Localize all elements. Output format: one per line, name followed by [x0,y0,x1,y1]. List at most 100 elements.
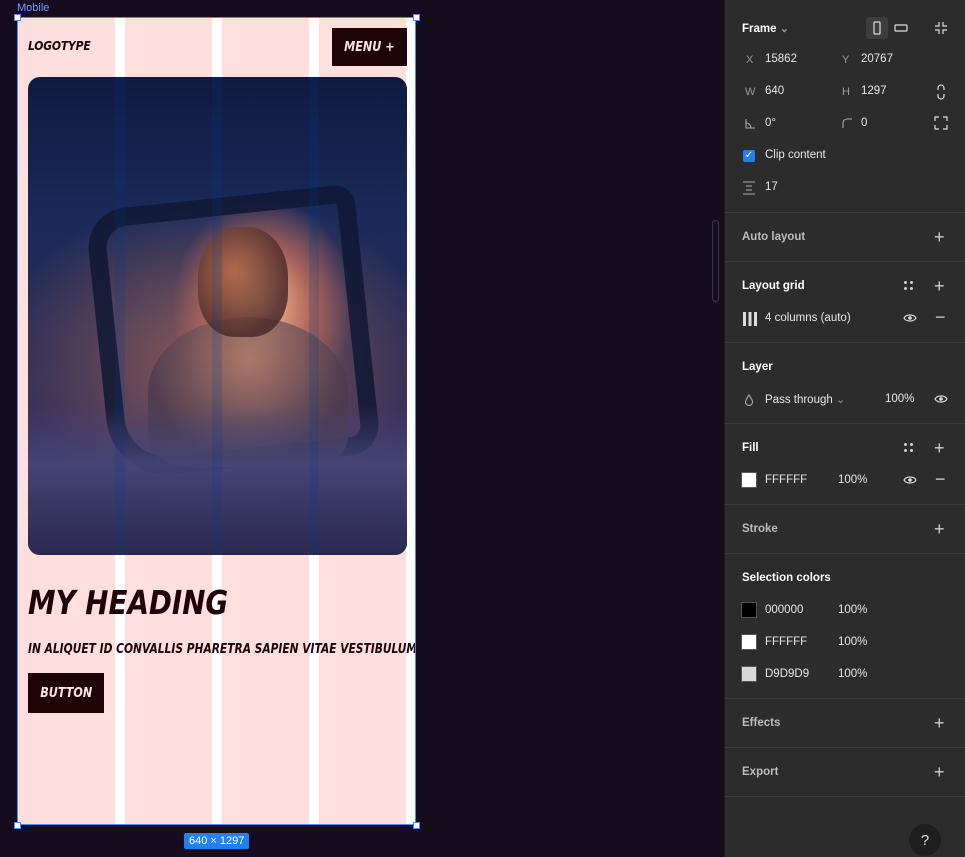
selection-color-swatch[interactable] [741,666,757,682]
fill-section: Fill + FFFFFF 100% − [725,424,965,505]
help-button[interactable]: ? [909,824,941,856]
width-input[interactable]: 640 [765,85,784,97]
page-heading[interactable]: MY HEADING [28,583,228,622]
remove-grid-minus-icon[interactable]: − [935,308,946,326]
resize-to-fit-button[interactable] [933,20,949,39]
export-section: Export + [725,748,965,797]
layout-grid-section: Layout grid + 4 columns (auto) − [725,262,965,343]
resize-handle-top-right[interactable] [413,14,420,21]
add-fill-plus-icon[interactable]: + [934,439,945,457]
resize-handle-bottom-right[interactable] [413,822,420,829]
chevron-down-icon: ⌄ [779,23,789,35]
blend-mode-value: Pass through [765,394,833,406]
effects-section: Effects + [725,699,965,748]
frame-title[interactable]: Frame ⌄ [742,22,789,35]
blend-mode-drop-icon [744,394,754,409]
layer-section: Layer Pass through ⌄ 100% [725,343,965,424]
portrait-toggle[interactable] [866,17,888,39]
rotation-icon [743,116,757,133]
fill-title: Fill [742,442,759,454]
layout-grid-title: Layout grid [742,280,805,292]
x-input[interactable]: 15862 [765,53,797,65]
selection-color-opacity[interactable]: 100% [838,668,867,680]
rotation-input[interactable]: 0° [765,117,776,129]
frame-label[interactable]: Mobile [17,2,49,14]
clip-content-checkbox[interactable]: ✓ [743,150,755,162]
mobile-frame[interactable]: LOGOTYPE MENU + MY HEADING IN ALIQUET ID… [17,17,416,825]
add-export-plus-icon[interactable]: + [934,763,945,781]
grid-column-overlay [115,77,125,555]
logotype[interactable]: LOGOTYPE [28,38,91,53]
y-label: Y [842,54,850,66]
h-label: H [842,86,850,98]
corner-radius-icon [840,116,854,133]
canvas[interactable]: Mobile LOGOTYPE MENU + MY HEADING IN ALI… [0,0,724,857]
columns-grid-icon[interactable] [742,312,758,329]
x-label: X [746,54,754,66]
link-icon [937,84,945,100]
selection-color-hex[interactable]: FFFFFF [765,636,807,648]
add-stroke-plus-icon[interactable]: + [934,520,945,538]
landscape-icon [894,24,908,32]
resize-handle-bottom-left[interactable] [14,822,21,829]
selection-color-opacity[interactable]: 100% [838,636,867,648]
effects-title: Effects [742,717,781,729]
dimensions-badge: 640 × 1297 [184,833,250,849]
resize-handle-top-left[interactable] [14,14,21,21]
w-label: W [745,86,756,98]
spacing-input[interactable]: 17 [765,181,778,193]
layer-title: Layer [742,361,773,373]
properties-panel: Frame ⌄ X 15862 Y 20767 W 640 H 1297 0° … [724,0,965,857]
add-grid-plus-icon[interactable]: + [934,277,945,295]
export-title: Export [742,766,779,778]
menu-button-label: MENU + [344,39,395,55]
selection-color-hex[interactable]: D9D9D9 [765,668,809,680]
corner-radius-input[interactable]: 0 [861,117,867,129]
page-subtitle[interactable]: IN ALIQUET ID CONVALLIS PHARETRA SAPIEN … [28,641,415,657]
selection-color-opacity[interactable]: 100% [838,604,867,616]
stroke-section: Stroke + [725,505,965,554]
fill-opacity-input[interactable]: 100% [838,474,867,486]
independent-corners-button[interactable] [934,116,948,133]
frame-title-label: Frame [742,23,777,35]
eye-icon[interactable] [903,312,917,327]
add-effect-plus-icon[interactable]: + [934,714,945,732]
cta-button-label: BUTTON [40,685,92,701]
corners-icon [934,116,948,130]
constrain-proportions-button[interactable] [934,84,948,103]
grid-setting-label[interactable]: 4 columns (auto) [765,312,851,324]
fill-color-swatch[interactable] [741,472,757,488]
grid-gutter [406,18,415,824]
fill-hex-input[interactable]: FFFFFF [765,474,807,486]
frame-section: Frame ⌄ X 15862 Y 20767 W 640 H 1297 0° … [725,0,965,213]
height-input[interactable]: 1297 [861,85,887,97]
selection-color-swatch[interactable] [741,634,757,650]
remove-fill-minus-icon[interactable]: − [935,470,946,488]
eye-icon[interactable] [934,393,948,408]
landscape-toggle[interactable] [890,17,912,39]
grid-styles-icon[interactable] [904,281,914,291]
selection-color-hex[interactable]: 000000 [765,604,803,616]
auto-layout-title: Auto layout [742,231,806,243]
spacing-icon [742,181,756,198]
selection-color-swatch[interactable] [741,602,757,618]
add-auto-layout-plus-icon[interactable]: + [934,228,945,246]
canvas-scrollbar[interactable] [712,220,719,302]
layer-opacity-input[interactable]: 100% [885,393,914,405]
menu-button[interactable]: MENU + [332,28,407,66]
auto-layout-section: Auto layout + [725,213,965,262]
fill-styles-icon[interactable] [904,443,914,453]
collapse-icon [935,22,947,34]
selection-colors-title: Selection colors [742,572,831,584]
grid-column-overlay [212,77,222,555]
portrait-icon [873,21,881,35]
blend-mode-select[interactable]: Pass through ⌄ [765,393,845,406]
stroke-title: Stroke [742,523,778,535]
selection-colors-section: Selection colors 000000 100% FFFFFF 100%… [725,554,965,699]
y-input[interactable]: 20767 [861,53,893,65]
cta-button[interactable]: BUTTON [28,673,104,713]
grid-column-overlay [309,77,319,555]
clip-content-label: Clip content [765,149,826,161]
eye-icon[interactable] [903,474,917,489]
chevron-down-icon: ⌄ [835,394,846,406]
